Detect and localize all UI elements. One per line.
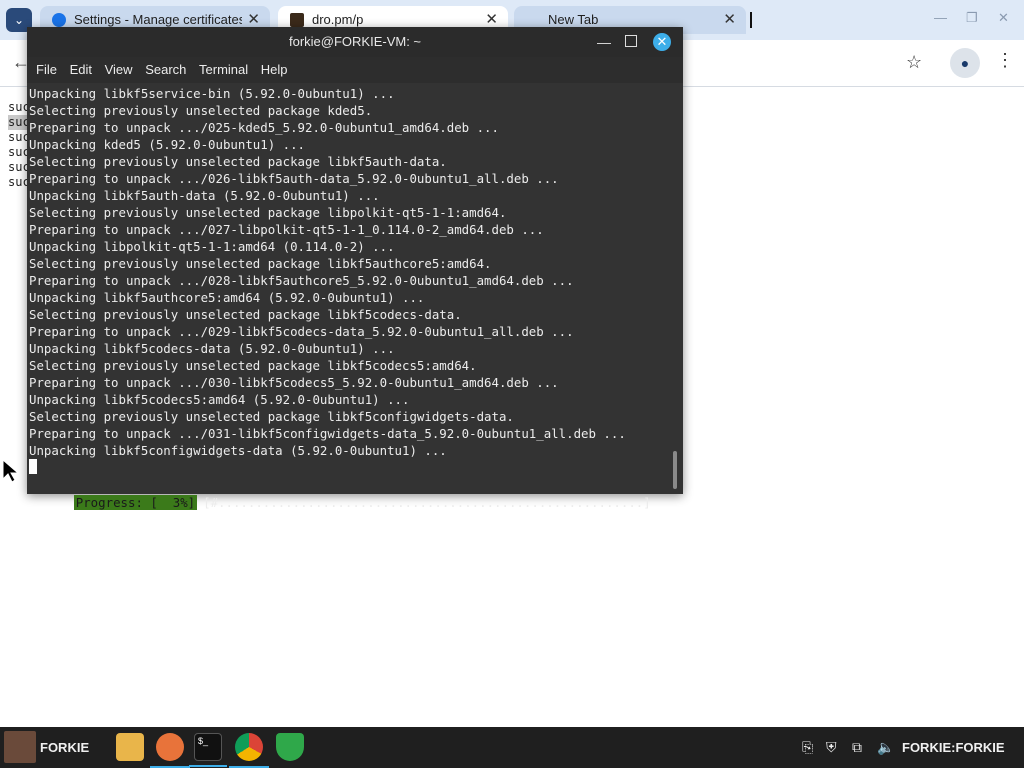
- restore-icon[interactable]: ❐: [966, 10, 978, 26]
- menu-terminal[interactable]: Terminal: [190, 57, 248, 83]
- more-menu-icon[interactable]: ⋮: [996, 50, 1014, 71]
- profile-avatar[interactable]: ●: [950, 48, 980, 78]
- terminal-line: Selecting previously unselected package …: [29, 256, 492, 271]
- progress-label: Progress: [ 3%]: [73, 495, 198, 510]
- security-shield-icon[interactable]: ⛨: [826, 727, 837, 768]
- terminal-line: Selecting previously unselected package …: [29, 103, 373, 118]
- maximize-icon[interactable]: [625, 35, 637, 47]
- host-label: FORKIE:FORKIE: [902, 740, 1005, 755]
- terminal-line: Unpacking libkf5codecs5:amd64 (5.92.0-0u…: [29, 392, 410, 407]
- terminal-cursor: [29, 459, 37, 474]
- shield-icon[interactable]: [276, 733, 304, 761]
- terminal-line: Unpacking libkf5configwidgets-data (5.92…: [29, 443, 447, 458]
- terminal-menubar: File Edit View Search Terminal Help: [27, 57, 683, 83]
- terminal-line: Selecting previously unselected package …: [29, 154, 447, 169]
- star-icon[interactable]: ☆: [906, 52, 922, 73]
- chrome-icon[interactable]: [229, 733, 269, 768]
- text-cursor: [750, 12, 752, 28]
- clipboard-icon[interactable]: ⎘: [802, 727, 813, 768]
- menu-search[interactable]: Search: [136, 57, 186, 83]
- username-label[interactable]: FORKIE: [40, 727, 89, 768]
- window-title: forkie@FORKIE-VM: ~: [288, 34, 422, 49]
- terminal-line: Preparing to unpack .../027-libpolkit-qt…: [29, 222, 544, 237]
- folder-icon[interactable]: [116, 733, 144, 761]
- terminal-line: Unpacking libkf5auth-data (5.92.0-0ubunt…: [29, 188, 380, 203]
- terminal-window: forkie@FORKIE-VM: ~ — ✕ File Edit View S…: [27, 27, 683, 510]
- progress-bar: [#......................................…: [203, 495, 651, 510]
- site-icon: [290, 13, 304, 27]
- menu-file[interactable]: File: [27, 57, 57, 83]
- settings-icon: [52, 13, 66, 27]
- terminal-output[interactable]: Unpacking libkf5service-bin (5.92.0-0ubu…: [27, 83, 683, 510]
- firefox-icon[interactable]: [150, 733, 190, 768]
- minimize-icon[interactable]: —: [934, 10, 947, 25]
- terminal-lines: Unpacking libkf5service-bin (5.92.0-0ubu…: [29, 85, 669, 459]
- network-icon[interactable]: ⧉: [852, 727, 862, 768]
- terminal-line: Preparing to unpack .../031-libkf5config…: [29, 426, 626, 441]
- user-avatar[interactable]: [4, 731, 36, 763]
- terminal-line: Unpacking libkf5codecs-data (5.92.0-0ubu…: [29, 341, 395, 356]
- scrollbar[interactable]: [673, 451, 677, 489]
- minimize-icon[interactable]: —: [597, 27, 611, 57]
- terminal-line: Preparing to unpack .../025-kded5_5.92.0…: [29, 120, 499, 135]
- terminal-line: Preparing to unpack .../028-libkf5authco…: [29, 273, 574, 288]
- terminal-titlebar[interactable]: forkie@FORKIE-VM: ~ — ✕: [27, 27, 683, 57]
- progress-line: Progress: [ 3%] [#.......................…: [29, 477, 651, 510]
- terminal-line: Unpacking libkf5authcore5:amd64 (5.92.0-…: [29, 290, 425, 305]
- terminal-line: Preparing to unpack .../026-libkf5auth-d…: [29, 171, 559, 186]
- terminal-line: Unpacking libkf5service-bin (5.92.0-0ubu…: [29, 86, 395, 101]
- terminal-line: Preparing to unpack .../030-libkf5codecs…: [29, 375, 559, 390]
- terminal-icon[interactable]: $_: [189, 733, 227, 767]
- terminal-line: Selecting previously unselected package …: [29, 358, 477, 373]
- terminal-line: Selecting previously unselected package …: [29, 307, 462, 322]
- terminal-line: Preparing to unpack .../029-libkf5codecs…: [29, 324, 574, 339]
- terminal-line: Unpacking kded5 (5.92.0-0ubuntu1) ...: [29, 137, 306, 152]
- mouse-pointer-icon: [2, 459, 20, 483]
- menu-view[interactable]: View: [96, 57, 133, 83]
- taskbar: FORKIE $_ ⎘ ⛨ ⧉ 🔈 FORKIE:FORKIE: [0, 727, 1024, 768]
- volume-icon[interactable]: 🔈: [877, 727, 894, 768]
- terminal-line: Selecting previously unselected package …: [29, 409, 514, 424]
- close-icon[interactable]: ✕: [653, 33, 671, 51]
- menu-help[interactable]: Help: [252, 57, 288, 83]
- menu-edit[interactable]: Edit: [61, 57, 92, 83]
- terminal-line: Unpacking libpolkit-qt5-1-1:amd64 (0.114…: [29, 239, 395, 254]
- close-icon[interactable]: ✕: [723, 6, 736, 34]
- terminal-line: Selecting previously unselected package …: [29, 205, 507, 220]
- close-icon[interactable]: ✕: [998, 10, 1009, 26]
